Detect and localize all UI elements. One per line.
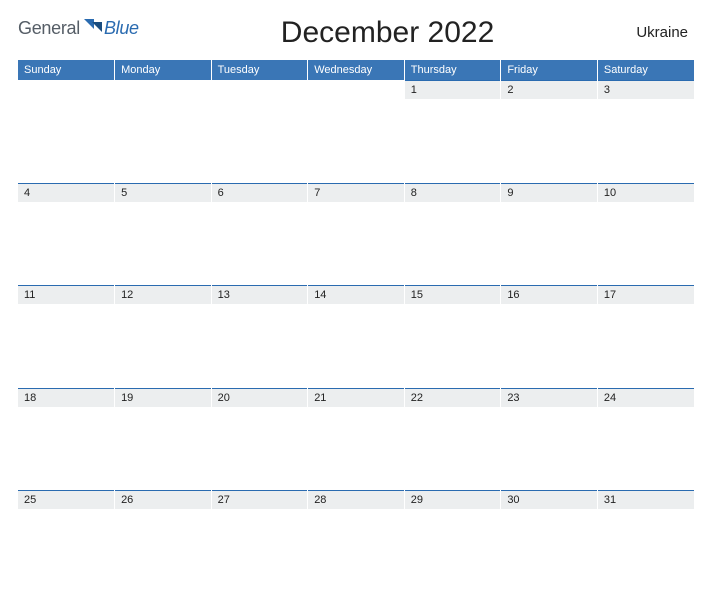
- weekday-tuesday: Tuesday: [211, 60, 308, 81]
- day-cell: [308, 81, 405, 100]
- weekday-saturday: Saturday: [597, 60, 694, 81]
- calendar-header: General Blue December 2022 Ukraine: [18, 14, 694, 50]
- day-cell: 15: [404, 286, 501, 305]
- day-cell: 11: [18, 286, 115, 305]
- logo-word-general: General: [18, 18, 80, 39]
- day-cell: 17: [597, 286, 694, 305]
- logo-word-blue: Blue: [104, 18, 139, 39]
- weekday-wednesday: Wednesday: [308, 60, 405, 81]
- day-cell: 10: [597, 183, 694, 202]
- weekday-sunday: Sunday: [18, 60, 115, 81]
- day-cell: 3: [597, 81, 694, 100]
- day-cell: 23: [501, 388, 598, 407]
- day-cell: 2: [501, 81, 598, 100]
- week-3-numbers: 11 12 13 14 15 16 17: [18, 286, 694, 305]
- day-cell: [115, 81, 212, 100]
- region-label: Ukraine: [636, 14, 694, 41]
- week-1-body: [18, 99, 694, 183]
- logo-triangles-icon: [84, 19, 102, 38]
- day-cell: [18, 81, 115, 100]
- day-cell: 5: [115, 183, 212, 202]
- week-5-numbers: 25 26 27 28 29 30 31: [18, 491, 694, 510]
- day-cell: 24: [597, 388, 694, 407]
- day-cell: 22: [404, 388, 501, 407]
- day-cell: 25: [18, 491, 115, 510]
- week-1-numbers: 1 2 3: [18, 81, 694, 100]
- day-cell: 27: [211, 491, 308, 510]
- weekday-thursday: Thursday: [404, 60, 501, 81]
- week-4-numbers: 18 19 20 21 22 23 24: [18, 388, 694, 407]
- week-3-body: [18, 304, 694, 388]
- week-2-numbers: 4 5 6 7 8 9 10: [18, 183, 694, 202]
- week-2-body: [18, 202, 694, 286]
- day-cell: 30: [501, 491, 598, 510]
- day-cell: 21: [308, 388, 405, 407]
- calendar-title: December 2022: [139, 14, 637, 50]
- day-cell: 26: [115, 491, 212, 510]
- weekday-header-row: Sunday Monday Tuesday Wednesday Thursday…: [18, 60, 694, 81]
- day-cell: 29: [404, 491, 501, 510]
- day-cell: 14: [308, 286, 405, 305]
- brand-logo: General Blue: [18, 14, 139, 39]
- day-cell: 18: [18, 388, 115, 407]
- day-cell: 7: [308, 183, 405, 202]
- day-cell: 28: [308, 491, 405, 510]
- calendar-grid: Sunday Monday Tuesday Wednesday Thursday…: [18, 60, 694, 593]
- day-cell: 13: [211, 286, 308, 305]
- day-cell: 12: [115, 286, 212, 305]
- day-cell: 1: [404, 81, 501, 100]
- day-cell: 20: [211, 388, 308, 407]
- calendar-body: 1 2 3 4 5 6 7 8 9 10 11 12 13 14 15 16 1…: [18, 81, 694, 593]
- day-cell: 6: [211, 183, 308, 202]
- day-cell: [211, 81, 308, 100]
- day-cell: 4: [18, 183, 115, 202]
- day-cell: 31: [597, 491, 694, 510]
- day-cell: 19: [115, 388, 212, 407]
- weekday-friday: Friday: [501, 60, 598, 81]
- day-cell: 8: [404, 183, 501, 202]
- week-4-body: [18, 407, 694, 491]
- weekday-monday: Monday: [115, 60, 212, 81]
- day-cell: 9: [501, 183, 598, 202]
- day-cell: 16: [501, 286, 598, 305]
- week-5-body: [18, 509, 694, 593]
